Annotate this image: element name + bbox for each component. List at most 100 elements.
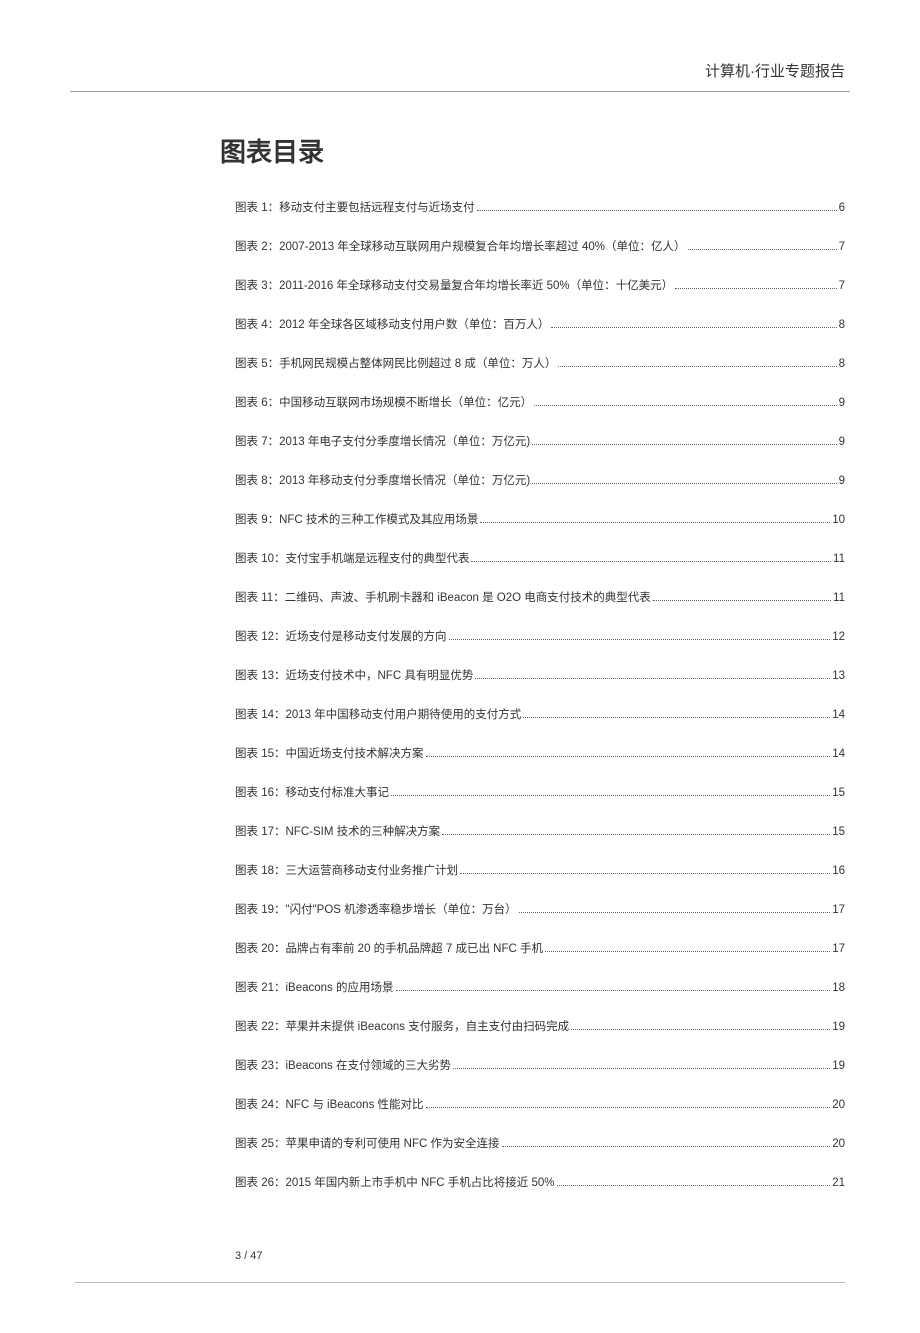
toc-entry[interactable]: 图表 17：NFC-SIM 技术的三种解决方案 15 (235, 823, 845, 839)
toc-leader (534, 405, 837, 406)
toc-entry-text: 图表 1：移动支付主要包括远程支付与近场支付 (235, 199, 475, 215)
toc-entry-page: 12 (832, 631, 845, 643)
toc-leader (426, 756, 831, 757)
toc-entry-page: 17 (832, 904, 845, 916)
toc-entry[interactable]: 图表 15：中国近场支付技术解决方案 14 (235, 745, 845, 761)
toc-entry-page: 9 (839, 475, 845, 487)
toc-entry-page: 8 (839, 319, 845, 331)
toc-leader (449, 639, 831, 640)
toc-entry-page: 6 (839, 202, 845, 214)
toc-leader (426, 1107, 831, 1108)
toc-entry[interactable]: 图表 24：NFC 与 iBeacons 性能对比20 (235, 1096, 845, 1112)
toc-entry-text: 图表 13：近场支付技术中，NFC 具有明显优势 (235, 667, 473, 683)
toc-leader (558, 366, 836, 367)
toc-entry-text: 图表 17：NFC-SIM 技术的三种解决方案 (235, 823, 440, 839)
toc-entry-page: 7 (839, 280, 845, 292)
toc-leader (545, 951, 830, 952)
toc-entry[interactable]: 图表 11：二维码、声波、手机刷卡器和 iBeacon 是 O2O 电商支付技术… (235, 589, 845, 605)
toc-entry-text: 图表 14：2013 年中国移动支付用户期待使用的支付方式 (235, 706, 521, 722)
toc-entry-page: 8 (839, 358, 845, 370)
toc-entry[interactable]: 图表 21：iBeacons 的应用场景 18 (235, 979, 845, 995)
toc-entry-text: 图表 15：中国近场支付技术解决方案 (235, 745, 424, 761)
toc-entry-page: 15 (832, 826, 845, 838)
toc-entry-text: 图表 10：支付宝手机端是远程支付的典型代表 (235, 550, 469, 566)
toc-leader (391, 795, 830, 796)
toc-entry-page: 14 (832, 709, 845, 721)
toc-entry-text: 图表 12：近场支付是移动支付发展的方向 (235, 628, 447, 644)
toc-entry[interactable]: 图表 1：移动支付主要包括远程支付与近场支付 6 (235, 199, 845, 215)
toc-leader (477, 210, 837, 211)
toc-entry[interactable]: 图表 23：iBeacons 在支付领域的三大劣势 19 (235, 1057, 845, 1073)
toc-leader (523, 717, 830, 718)
toc-entry[interactable]: 图表 5：手机网民规模占整体网民比例超过 8 成（单位：万人） 8 (235, 355, 845, 371)
toc-entry[interactable]: 图表 7：2013 年电子支付分季度增长情况（单位：万亿元) 9 (235, 433, 845, 449)
toc-entry-page: 17 (832, 943, 845, 955)
toc-entry-text: 图表 11：二维码、声波、手机刷卡器和 iBeacon 是 O2O 电商支付技术… (235, 589, 651, 605)
toc-entry[interactable]: 图表 6：中国移动互联网市场规模不断增长（单位：亿元） 9 (235, 394, 845, 410)
toc-entry[interactable]: 图表 3：2011-2016 年全球移动支付交易量复合年均增长率近 50%（单位… (235, 277, 845, 293)
toc-leader (471, 561, 831, 562)
toc-entry[interactable]: 图表 18：三大运营商移动支付业务推广计划16 (235, 862, 845, 878)
footer: 3 / 47 (70, 1250, 850, 1283)
toc-entry[interactable]: 图表 4：2012 年全球各区域移动支付用户数（单位：百万人） 8 (235, 316, 845, 332)
toc-leader (532, 444, 836, 445)
toc-entry-text: 图表 2：2007-2013 年全球移动互联网用户规模复合年均增长率超过 40%… (235, 238, 686, 254)
toc-entry[interactable]: 图表 9：NFC 技术的三种工作模式及其应用场景10 (235, 511, 845, 527)
toc-entry[interactable]: 图表 19："闪付"POS 机渗透率稳步增长（单位：万台）17 (235, 901, 845, 917)
toc-entry[interactable]: 图表 20：品牌占有率前 20 的手机品牌超 7 成已出 NFC 手机 17 (235, 940, 845, 956)
toc-entry[interactable]: 图表 25：苹果申请的专利可使用 NFC 作为安全连接 20 (235, 1135, 845, 1151)
toc-leader (688, 249, 837, 250)
toc-entry-text: 图表 22：苹果并未提供 iBeacons 支付服务，自主支付由扫码完成 (235, 1018, 569, 1034)
toc-entry-text: 图表 26：2015 年国内新上市手机中 NFC 手机占比将接近 50% (235, 1174, 555, 1190)
toc-entry[interactable]: 图表 14：2013 年中国移动支付用户期待使用的支付方式 14 (235, 706, 845, 722)
toc-entry[interactable]: 图表 16：移动支付标准大事记15 (235, 784, 845, 800)
toc-entry-page: 19 (832, 1021, 845, 1033)
toc-leader (557, 1185, 831, 1186)
toc-entry-page: 16 (832, 865, 845, 877)
toc-entry[interactable]: 图表 2：2007-2013 年全球移动互联网用户规模复合年均增长率超过 40%… (235, 238, 845, 254)
toc-entry-page: 9 (839, 436, 845, 448)
toc-entry-text: 图表 4：2012 年全球各区域移动支付用户数（单位：百万人） (235, 316, 549, 332)
toc-entry-text: 图表 25：苹果申请的专利可使用 NFC 作为安全连接 (235, 1135, 500, 1151)
toc-entry-text: 图表 20：品牌占有率前 20 的手机品牌超 7 成已出 NFC 手机 (235, 940, 543, 956)
toc-entry[interactable]: 图表 10：支付宝手机端是远程支付的典型代表 11 (235, 550, 845, 566)
toc-entry-text: 图表 3：2011-2016 年全球移动支付交易量复合年均增长率近 50%（单位… (235, 277, 673, 293)
page-number: 3 / 47 (235, 1250, 850, 1262)
toc-entry-page: 15 (832, 787, 845, 799)
toc-leader (653, 600, 831, 601)
toc-leader (519, 912, 831, 913)
toc-entry-text: 图表 23：iBeacons 在支付领域的三大劣势 (235, 1057, 451, 1073)
top-divider (70, 91, 850, 92)
toc-entry-page: 18 (832, 982, 845, 994)
toc-leader (675, 288, 836, 289)
bottom-divider (75, 1282, 845, 1283)
toc-leader (460, 873, 830, 874)
toc-leader (551, 327, 836, 328)
toc-entry[interactable]: 图表 26：2015 年国内新上市手机中 NFC 手机占比将接近 50% 21 (235, 1174, 845, 1190)
toc-entry-text: 图表 5：手机网民规模占整体网民比例超过 8 成（单位：万人） (235, 355, 556, 371)
toc-entry-page: 11 (833, 592, 845, 604)
toc-entry-page: 9 (839, 397, 845, 409)
toc-entry-page: 14 (832, 748, 845, 760)
toc-entry-text: 图表 9：NFC 技术的三种工作模式及其应用场景 (235, 511, 478, 527)
toc-leader (480, 522, 830, 523)
toc-entry[interactable]: 图表 22：苹果并未提供 iBeacons 支付服务，自主支付由扫码完成 19 (235, 1018, 845, 1034)
toc-entry[interactable]: 图表 12：近场支付是移动支付发展的方向 12 (235, 628, 845, 644)
toc-entry-page: 20 (832, 1099, 845, 1111)
toc-entry-page: 11 (833, 553, 845, 565)
toc-leader (453, 1068, 830, 1069)
toc-leader (502, 1146, 831, 1147)
toc-entry-page: 19 (832, 1060, 845, 1072)
toc-entry-text: 图表 6：中国移动互联网市场规模不断增长（单位：亿元） (235, 394, 532, 410)
toc-entry[interactable]: 图表 8：2013 年移动支付分季度增长情况（单位：万亿元) 9 (235, 472, 845, 488)
toc-title: 图表目录 (220, 132, 850, 169)
toc-entry[interactable]: 图表 13：近场支付技术中，NFC 具有明显优势13 (235, 667, 845, 683)
toc-entry-text: 图表 21：iBeacons 的应用场景 (235, 979, 394, 995)
toc-entry-page: 20 (832, 1138, 845, 1150)
toc-entry-text: 图表 7：2013 年电子支付分季度增长情况（单位：万亿元) (235, 433, 530, 449)
toc-entry-text: 图表 8：2013 年移动支付分季度增长情况（单位：万亿元) (235, 472, 530, 488)
toc-list: 图表 1：移动支付主要包括远程支付与近场支付 6 图表 2：2007-2013 年全… (235, 199, 845, 1190)
toc-entry-page: 7 (839, 241, 845, 253)
document-page: 计算机·行业专题报告 图表目录 图表 1：移动支付主要包括远程支付与近场支付6图… (0, 0, 920, 1333)
toc-entry-page: 21 (832, 1177, 845, 1189)
